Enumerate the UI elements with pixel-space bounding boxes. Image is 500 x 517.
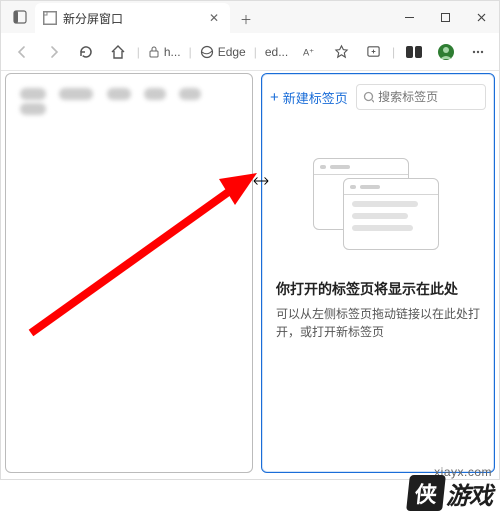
profile-button[interactable] xyxy=(431,37,461,67)
lock-icon xyxy=(148,46,160,58)
split-resize-handle[interactable] xyxy=(253,175,269,187)
watermark: xiayx.com 侠 游戏 xyxy=(408,465,492,511)
maximize-button[interactable] xyxy=(427,1,463,33)
right-pane-header: + 新建标签页 xyxy=(262,74,494,118)
new-tab-label: 新建标签页 xyxy=(283,88,348,107)
watermark-text: 游戏 xyxy=(446,476,492,511)
close-window-button[interactable] xyxy=(463,1,499,33)
titlebar: 新分屏窗口 ✕ ＋ xyxy=(1,1,499,33)
collections-button[interactable] xyxy=(358,37,388,67)
home-button[interactable] xyxy=(103,37,133,67)
search-icon xyxy=(363,91,374,104)
edge-brand[interactable]: Edge xyxy=(196,45,250,59)
split-content: + 新建标签页 xyxy=(1,71,499,479)
back-button[interactable] xyxy=(7,37,37,67)
browser-window: 新分屏窗口 ✕ ＋ | xyxy=(0,0,500,480)
search-tabs-box[interactable] xyxy=(356,84,486,110)
address-text: h... xyxy=(164,45,181,59)
window-controls xyxy=(391,1,499,33)
separator: | xyxy=(390,45,397,59)
edge-icon xyxy=(200,45,214,59)
right-pane[interactable]: + 新建标签页 xyxy=(261,73,495,473)
split-screen-button[interactable] xyxy=(399,37,429,67)
page-icon xyxy=(43,11,57,25)
left-pane[interactable] xyxy=(5,73,253,473)
collection-label[interactable]: ed... xyxy=(261,45,292,59)
more-button[interactable] xyxy=(463,37,493,67)
forward-button[interactable] xyxy=(39,37,69,67)
plus-icon: + xyxy=(270,89,279,106)
close-tab-button[interactable]: ✕ xyxy=(206,10,222,26)
empty-description: 可以从左侧标签页拖动链接以在此处打开，或打开新标签页 xyxy=(276,305,480,341)
separator: | xyxy=(252,45,259,59)
svg-text:A⁺: A⁺ xyxy=(303,47,314,57)
empty-illustration xyxy=(313,158,443,253)
tab-actions-icon[interactable] xyxy=(7,1,33,33)
blurred-content xyxy=(6,74,252,132)
browser-tab[interactable]: 新分屏窗口 ✕ xyxy=(35,3,230,33)
toolbar: | h... | Edge | ed... A⁺ | xyxy=(1,33,499,71)
favorites-button[interactable] xyxy=(326,37,356,67)
watermark-char: 侠 xyxy=(406,475,446,511)
edge-label: Edge xyxy=(218,45,246,59)
new-tab-link[interactable]: + 新建标签页 xyxy=(270,88,348,107)
search-tabs-input[interactable] xyxy=(378,90,479,104)
separator: | xyxy=(135,45,142,59)
read-aloud-button[interactable]: A⁺ xyxy=(294,37,324,67)
minimize-button[interactable] xyxy=(391,1,427,33)
separator: | xyxy=(187,45,194,59)
refresh-button[interactable] xyxy=(71,37,101,67)
address-display[interactable]: h... xyxy=(144,45,185,59)
new-tab-button[interactable]: ＋ xyxy=(232,5,260,33)
tab-title: 新分屏窗口 xyxy=(63,10,200,27)
empty-state: 你打开的标签页将显示在此处 可以从左侧标签页拖动链接以在此处打开，或打开新标签页 xyxy=(262,118,494,341)
empty-title: 你打开的标签页将显示在此处 xyxy=(276,279,480,299)
